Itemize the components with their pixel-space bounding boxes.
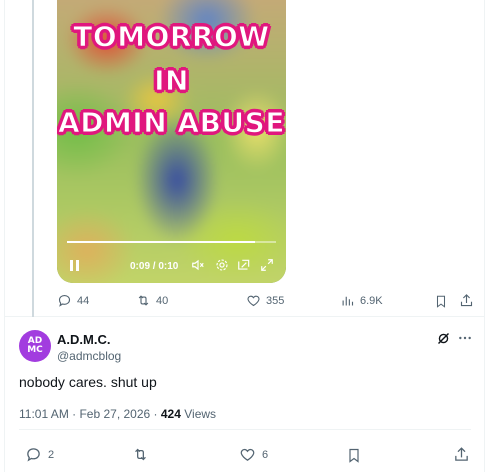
reply-button[interactable]: 44 — [57, 293, 89, 308]
focused-tweet-actions: 2 6 — [19, 446, 471, 466]
user-handle[interactable]: @admcblog — [57, 349, 121, 363]
focused-tweet: AD MC A.D.M.C. @admcblog nobody cares. s… — [5, 318, 484, 472]
tweet-metadata: 11:01 AM · Feb 27, 2026 · 424 Views — [19, 407, 216, 421]
video-caption-line-2: IN — [154, 64, 189, 98]
views-icon — [342, 296, 354, 306]
bookmark-icon[interactable] — [346, 447, 362, 464]
video-time: 0:09 / 0:10 — [130, 261, 179, 272]
like-count: 355 — [266, 294, 285, 307]
settings-icon[interactable] — [215, 258, 229, 272]
avatar[interactable]: AD MC — [19, 330, 51, 362]
heart-icon — [247, 295, 260, 307]
reply-icon — [27, 448, 40, 462]
repost-count: 40 — [156, 294, 169, 307]
views-count: 6.9K — [360, 294, 383, 307]
video-progress-fill — [67, 241, 256, 243]
tweet-text: nobody cares. shut up — [19, 374, 157, 390]
share-icon[interactable] — [453, 446, 470, 463]
repost-button[interactable] — [132, 446, 155, 463]
video-player[interactable]: TOMORROW IN ADMIN ABUSE 0:09 / 0:10 — [57, 0, 286, 283]
tweet-actions: 44 40 355 6.9K — [57, 293, 477, 311]
reply-count: 2 — [48, 448, 55, 461]
grok-icon[interactable] — [436, 331, 451, 346]
timeline-column: TOMORROW IN ADMIN ABUSE 0:09 / 0:10 44 4… — [4, 0, 485, 472]
reply-icon — [58, 294, 71, 307]
video-caption-line-3: ADMIN ABUSE — [58, 106, 285, 140]
tweet-timestamp[interactable]: 11:01 AM · Feb 27, 2026 · — [19, 407, 161, 421]
video-caption-line-1: TOMORROW — [73, 20, 270, 54]
reply-count: 44 — [77, 294, 90, 307]
pause-icon[interactable] — [69, 260, 81, 272]
reply-button[interactable]: 2 — [25, 446, 54, 463]
like-button[interactable]: 355 — [246, 293, 284, 308]
like-button[interactable]: 6 — [239, 446, 268, 463]
thread-line — [32, 0, 34, 317]
fullscreen-icon[interactable] — [260, 258, 274, 272]
display-name[interactable]: A.D.M.C. — [57, 332, 110, 347]
video-progress-bar[interactable] — [67, 241, 276, 243]
views-button[interactable]: 6.9K — [340, 293, 383, 308]
repost-button[interactable]: 40 — [136, 293, 168, 308]
tweet-views-count: 424 — [160, 407, 181, 421]
like-count: 6 — [262, 448, 269, 461]
repost-icon — [138, 295, 149, 306]
bookmark-icon[interactable] — [434, 294, 448, 309]
pip-icon[interactable] — [237, 258, 251, 272]
video-controls: 0:09 / 0:10 — [57, 252, 286, 280]
more-options-icon[interactable] — [457, 330, 473, 346]
avatar-text-bottom: MC — [27, 345, 43, 355]
divider — [19, 429, 471, 430]
mute-icon[interactable] — [191, 258, 205, 272]
previous-tweet[interactable]: TOMORROW IN ADMIN ABUSE 0:09 / 0:10 44 4… — [5, 0, 484, 317]
share-icon[interactable] — [459, 293, 474, 308]
heart-icon — [240, 448, 255, 461]
tweet-views-label: Views — [180, 407, 217, 421]
repost-icon — [135, 448, 146, 461]
